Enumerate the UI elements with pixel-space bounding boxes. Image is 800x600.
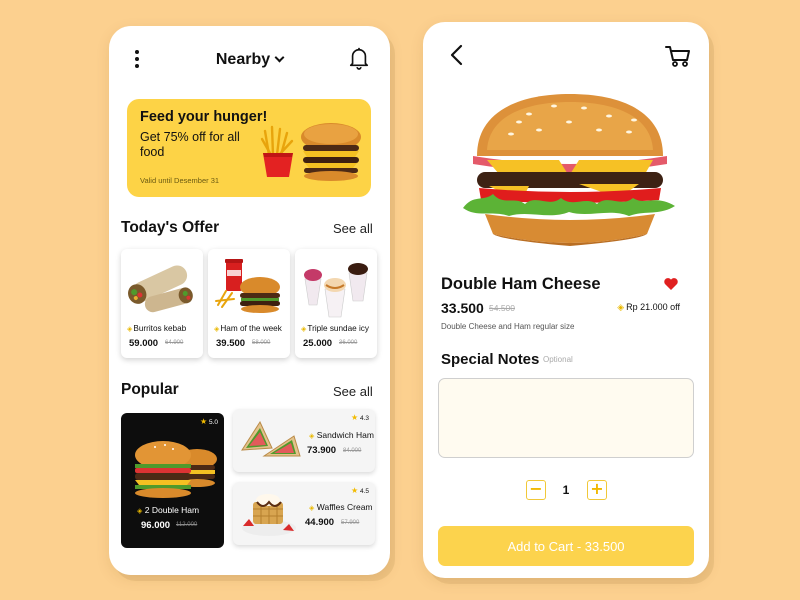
tag-icon: ◈ [301,326,307,333]
double-ham-cheese-image [463,94,675,246]
discount-badge: ◈ Rp 21.000 off [617,302,680,312]
popular-card[interactable]: ★ 4.5 ◈ Waffles Cream 44.900 57.900 [233,482,375,545]
cart-icon[interactable] [665,44,691,68]
waffles-image [242,494,296,536]
product-description: Double Cheese and Ham regular size [441,322,575,331]
increase-quantity-button[interactable]: + [587,480,607,500]
popular-card[interactable]: ★ 4.3 ◈ Sandwich Ham 73.900 84.000 [233,409,375,472]
banner-title: Feed your hunger! [140,109,268,125]
sandwich-image [241,420,301,457]
star-icon: ★ [350,486,359,495]
double-burger-image [135,441,217,498]
home-header: Nearby [109,26,390,96]
popular-old-price: 57.900 [341,520,360,526]
rating: ★ 4.3 [350,413,369,422]
offer-old-price: 64.900 [165,340,184,346]
popular-old-price: 84.000 [343,448,362,454]
chevron-down-icon [274,52,285,63]
tag-icon: ◈ [309,433,315,440]
popular-price: 96.000 [141,520,171,531]
offer-old-price: 36.000 [339,340,358,346]
offer-price: 59.000 [129,338,159,349]
offer-name: ◈Ham of the week [214,324,282,333]
todays-offer-title: Today's Offer [121,219,220,236]
tag-icon: ◈ [214,326,220,333]
product-price: 33.500 [441,300,484,316]
popular-title: Popular [121,381,179,398]
add-to-cart-button[interactable]: Add to Cart - 33.500 [438,526,694,566]
optional-label: Optional [543,355,573,364]
offer-card[interactable]: ◈Ham of the week 39.500 58.000 [208,249,290,358]
rating: ★ 4.5 [350,486,369,495]
bell-icon[interactable] [348,46,370,70]
banner-subtitle: Get 75% off for all food [140,130,240,159]
offer-old-price: 58.000 [252,340,271,346]
sundae-image [304,263,368,318]
burrito-image [128,265,193,313]
heart-icon[interactable] [663,277,679,291]
popular-name: ◈ Waffles Cream [309,502,373,512]
popular-price: 73.900 [307,445,337,456]
decrease-quantity-button[interactable]: − [526,480,546,500]
popular-name: ◈ 2 Double Ham [137,505,200,515]
star-icon: ★ [199,417,208,426]
promo-banner[interactable]: Feed your hunger! Get 75% off for all fo… [127,99,371,197]
popular-name: ◈ Sandwich Ham [309,430,374,440]
fries-burger-image [260,123,361,181]
tag-icon: ◈ [127,326,133,333]
product-old-price: 54.500 [489,303,515,313]
detail-screen: Double Ham Cheese 33.500 54.500 ◈ Rp 21.0… [423,22,709,578]
chevron-left-icon[interactable] [449,44,463,66]
tag-icon: ◈ [617,302,625,312]
offer-card[interactable]: ◈Triple sundae icy 25.000 36.000 [295,249,377,358]
todays-offer-see-all-link[interactable]: See all [333,221,373,236]
banner-validity: Valid until Desember 31 [140,176,220,185]
rating: ★ 5.0 [199,417,218,426]
offer-price: 25.000 [303,338,333,349]
popular-card-featured[interactable]: ★ 5.0 ◈ 2 Double Ham 96.000 112.000 [121,413,224,548]
burger-combo-image [215,259,280,313]
product-title: Double Ham Cheese [441,275,601,293]
offer-price: 39.500 [216,338,246,349]
offer-name: ◈Burritos kebab [127,324,187,333]
offer-name: ◈Triple sundae icy [301,324,369,333]
popular-old-price: 112.000 [176,522,198,528]
special-notes-input[interactable] [438,378,694,458]
special-notes-title: Special Notes [441,351,540,368]
location-label: Nearby [215,51,271,68]
tag-icon: ◈ [309,505,315,512]
tag-icon: ◈ [137,508,143,515]
popular-see-all-link[interactable]: See all [333,384,373,399]
home-screen: Nearby Feed your hunger! Get 75% off for… [109,26,390,575]
popular-price: 44.900 [305,517,335,528]
quantity-value: 1 [562,483,570,497]
star-icon: ★ [350,413,359,422]
offer-card[interactable]: ◈Burritos kebab 59.000 64.900 [121,249,203,358]
